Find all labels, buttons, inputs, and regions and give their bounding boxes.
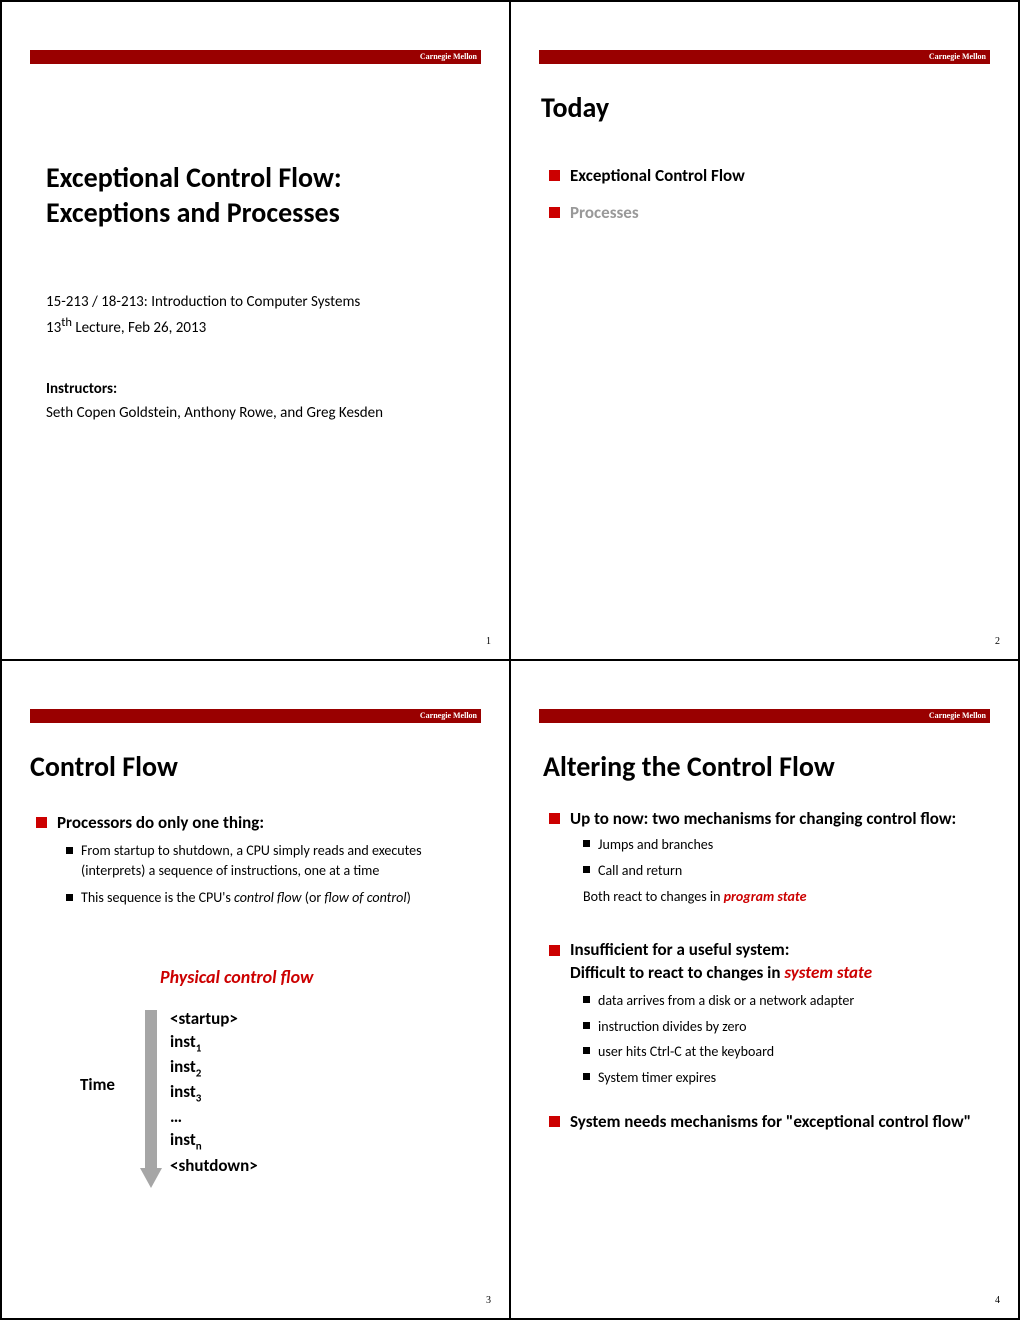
sub-text: instruction divides by zero	[598, 1017, 747, 1037]
sub-bullet-icon	[583, 1073, 590, 1080]
sub-bullet-icon	[583, 840, 590, 847]
inst-2: inst2	[170, 1056, 258, 1081]
sub-bullet-icon	[583, 1047, 590, 1054]
brand-bar	[539, 709, 990, 723]
brand-label: Carnegie Mellon	[929, 50, 990, 64]
sub-bullet-icon	[66, 847, 73, 854]
time-arrow-icon	[140, 1010, 162, 1188]
sub-bullet-call-return: Call and return	[583, 861, 990, 881]
course-info: 15-213 / 18-213: Introduction to Compute…	[46, 292, 481, 340]
sub-bullet-sequence: This sequence is the CPU's control flow …	[66, 888, 481, 908]
sub-bullet-timer: System timer expires	[583, 1068, 990, 1088]
slide-title: Exceptional Control Flow: Exceptions and…	[46, 160, 481, 230]
sub-text: Call and return	[598, 861, 682, 881]
instruction-list: <startup> inst1 inst2 inst3 … instn <shu…	[170, 1008, 258, 1178]
sub-bullet-jumps: Jumps and branches	[583, 835, 990, 855]
bullet-insufficient: Insufficient for a useful system: Diffic…	[549, 939, 990, 985]
bullet-processors: Processors do only one thing:	[36, 812, 481, 833]
inst-1: inst1	[170, 1031, 258, 1056]
page-number: 3	[486, 1295, 491, 1306]
sub-text: System timer expires	[598, 1068, 716, 1088]
sub-bullet-divide-zero: instruction divides by zero	[583, 1017, 990, 1037]
sub-text: data arrives from a disk or a network ad…	[598, 991, 854, 1011]
brand-label: Carnegie Mellon	[420, 709, 481, 723]
lecture-line: 13th Lecture, Feb 26, 2013	[46, 319, 206, 337]
inst-3: inst3	[170, 1081, 258, 1106]
instructors-names: Seth Copen Goldstein, Anthony Rowe, and …	[46, 404, 481, 422]
bullet-up-to-now: Up to now: two mechanisms for changing c…	[549, 808, 990, 829]
sub-bullet-data-arrives: data arrives from a disk or a network ad…	[583, 991, 990, 1011]
bullet-icon	[549, 207, 560, 218]
bullet-label: System needs mechanisms for "exceptional…	[570, 1111, 971, 1132]
inst-dots: …	[170, 1106, 258, 1129]
bullet-label: Processors do only one thing:	[57, 812, 264, 833]
page-number: 2	[995, 636, 1000, 647]
program-state-note: Both react to changes in program state	[583, 888, 990, 905]
brand-label: Carnegie Mellon	[420, 50, 481, 64]
slide-1: Carnegie Mellon Exceptional Control Flow…	[1, 1, 510, 660]
course-line: 15-213 / 18-213: Introduction to Compute…	[46, 293, 360, 311]
physical-control-flow-heading: Physical control flow	[160, 966, 481, 988]
slide-3: Carnegie Mellon Control Flow Processors …	[1, 660, 510, 1319]
sub-text: Jumps and branches	[598, 835, 713, 855]
inst-shutdown: <shutdown>	[170, 1155, 258, 1178]
bullet-icon	[549, 813, 560, 824]
bullet-icon	[36, 817, 47, 828]
bullet-label: Exceptional Control Flow	[570, 165, 745, 186]
sub-bullet-icon	[583, 996, 590, 1003]
inst-startup: <startup>	[170, 1008, 258, 1031]
slides-grid: Carnegie Mellon Exceptional Control Flow…	[0, 0, 1020, 1320]
page-number: 1	[486, 636, 491, 647]
title-line2: Exceptions and Processes	[46, 195, 340, 230]
time-label: Time	[80, 1074, 115, 1095]
sub-text: user hits Ctrl-C at the keyboard	[598, 1042, 774, 1062]
bullet-icon	[549, 170, 560, 181]
slide-4: Carnegie Mellon Altering the Control Flo…	[510, 660, 1019, 1319]
sub-text: This sequence is the CPU's control flow …	[81, 888, 411, 908]
bullet-label: Up to now: two mechanisms for changing c…	[570, 808, 956, 829]
brand-bar	[30, 50, 481, 64]
brand-bar	[539, 50, 990, 64]
slide-2: Carnegie Mellon Today Exceptional Contro…	[510, 1, 1019, 660]
brand-bar	[30, 709, 481, 723]
sub-bullet-icon	[66, 894, 73, 901]
sub-text: From startup to shutdown, a CPU simply r…	[81, 841, 481, 880]
brand-label: Carnegie Mellon	[929, 709, 990, 723]
sub-bullet-icon	[583, 866, 590, 873]
bullet-ecf: Exceptional Control Flow	[549, 165, 990, 186]
page-number: 4	[995, 1295, 1000, 1306]
bullet-label: Insufficient for a useful system: Diffic…	[570, 939, 872, 985]
inst-n: instn	[170, 1129, 258, 1154]
sub-bullet-icon	[583, 1022, 590, 1029]
bullet-label: Processes	[570, 202, 639, 223]
bullet-processes: Processes	[549, 202, 990, 223]
slide-title: Altering the Control Flow	[543, 749, 990, 784]
slide-title: Control Flow	[30, 749, 481, 784]
bullet-icon	[549, 945, 560, 956]
bullet-system-needs: System needs mechanisms for "exceptional…	[549, 1111, 990, 1132]
control-flow-diagram: Time <startup> inst1 inst2 inst3 … instn…	[80, 1010, 481, 1200]
sub-bullet-ctrl-c: user hits Ctrl-C at the keyboard	[583, 1042, 990, 1062]
instructors-label: Instructors:	[46, 380, 481, 398]
sub-bullet-startup: From startup to shutdown, a CPU simply r…	[66, 841, 481, 880]
title-line1: Exceptional Control Flow:	[46, 160, 342, 195]
bullet-icon	[549, 1116, 560, 1127]
slide-title: Today	[541, 90, 990, 125]
